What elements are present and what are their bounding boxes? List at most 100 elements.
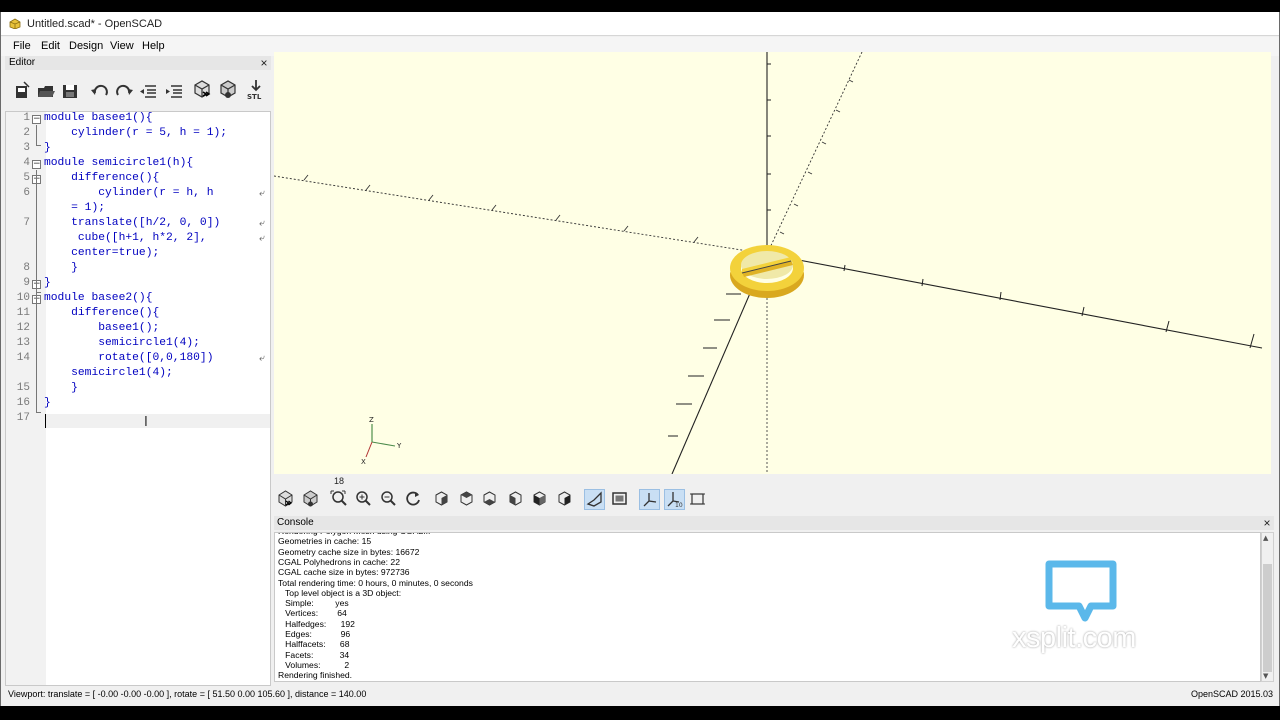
code-line: = 1); [44,202,106,214]
3d-viewport[interactable]: Z Y X [274,52,1271,474]
console-line: Halfedges: 192 [278,618,355,629]
open-file-icon[interactable] [35,80,57,102]
line-number: 6 [23,187,30,199]
gizmo-z-label: Z [369,416,374,424]
orthogonal-icon[interactable] [610,489,631,510]
line-number: 14 [16,352,30,364]
editor-title: Editor [9,57,36,68]
code-line: cylinder(r = 5, h = 1); [44,127,228,139]
console-line: Geometries in cache: 15 [278,536,372,547]
scroll-down-icon[interactable]: ▼ [1263,672,1268,680]
perspective-icon[interactable] [584,489,605,510]
console-line: Vertices: 64 [278,608,347,619]
console-scroll-thumb[interactable] [1263,564,1272,672]
console-title: Console [277,517,314,528]
code-line: difference(){ [44,307,160,319]
undo-icon[interactable] [89,80,111,102]
indent-icon[interactable] [163,80,185,102]
menu-help[interactable]: Help [142,40,165,52]
view-left-icon[interactable] [506,489,527,510]
code-line: rotate([0,0,180]) [44,352,214,364]
code-line: module basee2(){ [44,292,153,304]
code-line: cylinder(r = h, h [44,187,214,199]
openscad-window: Untitled.scad* - OpenSCAD File Edit Desi… [0,12,1280,706]
view-bottom-icon[interactable] [480,489,501,510]
line-number: 4 [23,157,30,169]
reset-view-icon[interactable] [404,489,425,510]
menu-edit[interactable]: Edit [41,40,60,52]
code-editor[interactable]: 1 2 3 4 5 6 7 8 9 10 11 12 13 14 15 16 17 module basee1(… [5,111,271,686]
show-axes-icon[interactable] [639,489,660,510]
line-number: 17 [16,412,30,424]
editor-close-icon[interactable]: × [259,57,269,69]
code-line: difference(){ [44,172,160,184]
view-top-icon[interactable] [457,489,478,510]
openscad-app-icon [9,18,21,29]
z-scale-ticks [767,63,771,211]
menu-view[interactable]: View [110,40,134,52]
menu-design[interactable]: Design [69,40,103,52]
editor-toolbar: STL [5,72,271,110]
view-front-icon[interactable] [530,489,551,510]
view-all-icon[interactable] [329,489,350,510]
redo-icon[interactable] [113,80,135,102]
version-label: OpenSCAD 2015.03 [1190,689,1273,699]
ring-model [730,245,804,298]
preview-view-icon[interactable] [276,489,297,510]
view-toolbar: 10 [274,486,1271,514]
console-close-icon[interactable]: × [1262,517,1272,529]
fold-guide-end [36,292,41,293]
line-number: 7 [23,217,30,229]
export-stl-icon[interactable]: STL [245,78,267,101]
menu-file[interactable]: File [13,40,31,52]
render-icon[interactable] [217,78,239,100]
new-file-icon[interactable] [11,80,33,102]
line-number: 10 [16,292,30,304]
gizmo-x-label: X [361,458,366,466]
mouse-ibeam-cursor-icon: I [144,415,148,430]
unindent-icon[interactable] [137,80,159,102]
show-scale-markers-icon[interactable]: 10 [664,489,685,510]
view-back-icon[interactable] [555,489,576,510]
code-line: basee1(); [44,322,160,334]
line-number: 5 [23,172,30,184]
show-edges-icon[interactable] [688,489,709,510]
scale-marker-label: 18 [334,476,345,486]
console-line: CGAL cache size in bytes: 972736 [278,567,410,578]
console-line: Volumes: 2 [278,659,350,670]
save-icon[interactable] [59,80,81,102]
scroll-up-icon[interactable]: ▲ [1263,534,1268,542]
editor-panel: Editor × STL 1 2 3 4 5 6 7 8 9 10 11 12 … [5,56,271,686]
console-line: Edges: 96 [278,629,351,639]
code-line: } [44,142,51,154]
console-scrollbar[interactable]: ▲ ▼ [1261,532,1274,682]
view-right-icon[interactable] [432,489,453,510]
line-wrap-icon: ⤶ [259,353,265,364]
code-line: semicircle1(4); [44,337,200,349]
code-line: } [44,262,78,274]
fold-toggle-icon[interactable]: − [32,115,41,124]
line-number: 9 [23,277,30,289]
line-number: 13 [16,337,30,349]
svg-text:10: 10 [675,502,683,509]
zoom-in-icon[interactable] [354,489,375,510]
console-line: Simple: yes [278,598,349,609]
console-line: Facets: 34 [278,649,350,660]
code-line: } [44,277,51,289]
xsplit-watermark: xsplit.com [1011,560,1161,660]
status-bar: Viewport: translate = [ -0.00 -0.00 -0.0… [1,686,1279,706]
line-number: 16 [16,397,30,409]
line-number: 12 [16,322,30,334]
line-number: 11 [16,307,30,319]
fold-toggle-icon[interactable]: − [32,160,41,169]
preview-icon[interactable] [191,78,213,100]
y-axis-negative [274,175,768,255]
y-neg-scale-ticks [303,174,699,243]
editor-header: Editor × [5,56,271,70]
console-line: CGAL Polyhedrons in cache: 22 [278,556,400,567]
gizmo-y-label: Y [396,442,402,450]
render-view-icon[interactable] [301,489,322,510]
zoom-out-icon[interactable] [379,489,400,510]
watermark-text: xsplit.com [1012,622,1136,654]
x-scale-ticks [668,293,741,437]
